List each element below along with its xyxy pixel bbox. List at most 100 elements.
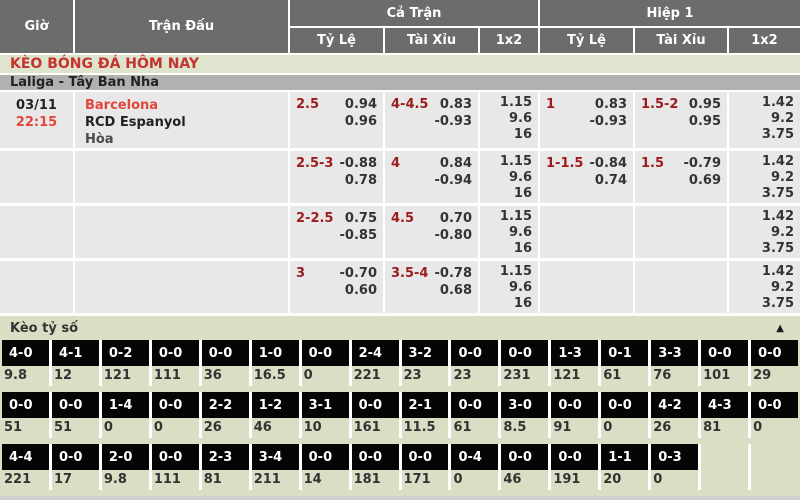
score-value: 0 [152,418,199,438]
score-cell: 0-161 [601,340,648,386]
collapse-icon[interactable]: ▲ [776,323,784,334]
match-cell[interactable]: BarcelonaRCD EspanyolHòa [75,92,288,148]
odds-line-row: 2.50.94 [296,96,377,113]
score-value: 0 [451,470,498,490]
score-box: 2-2 [202,392,249,418]
score-box: 1-4 [102,392,149,418]
score-row: 4-42210-0172-09.80-01112-3813-42110-0140… [2,444,798,490]
match-time-cell [0,206,73,258]
match-time-cell: 03/1122:15 [0,92,73,148]
league-header[interactable]: Laliga - Tây Ban Nha [0,75,800,90]
h1-1x2-cell: 1.429.23.75 [729,151,800,203]
match-cell [75,206,288,258]
odds-line-row: -0.94 [391,172,472,189]
ft-overunder-cell: 4-4.50.83-0.93 [385,92,478,148]
odds-value: 0.83 [440,96,472,113]
score-cell: 1-120 [601,444,648,490]
odds-value: 0.96 [345,113,377,130]
page-title: KÈO BÓNG ĐÁ HÔM NAY [0,55,800,73]
score-value [701,470,748,490]
score-cell: 1-246 [252,392,299,438]
score-value: 12 [52,366,99,386]
score-box: 0-0 [701,340,748,366]
odds-value: 1.42 [729,264,794,280]
score-value: 9.8 [102,470,149,490]
score-value: 231 [501,366,548,386]
score-value: 0 [751,418,798,438]
col-firsthalf: Hiệp 1 [540,0,800,26]
score-cell: 2-09.8 [102,444,149,490]
score-box: 2-0 [102,444,149,470]
score-value: 111 [152,470,199,490]
score-box: 4-0 [2,340,49,366]
h1-overunder-cell: 1.5-0.790.69 [635,151,727,203]
ft-handicap-cell: 2.5-3-0.880.78 [290,151,383,203]
odds-line-row: 2-2.50.75 [296,210,377,227]
odds-value: 0.83 [595,96,627,113]
odds-value: 9.2 [729,170,794,186]
h1-1x2-cell: 1.429.23.75 [729,206,800,258]
odds-value: 1.15 [480,264,532,280]
home-team[interactable]: Barcelona [85,97,288,114]
odds-line-row: 0.60 [296,282,377,299]
score-box: 0-0 [451,392,498,418]
handicap-line: 2-2.5 [296,210,333,227]
score-cell: 2-226 [202,392,249,438]
odds-value: 9.2 [729,280,794,296]
score-cell: 0-017 [52,444,99,490]
score-cell: 0-0161 [352,392,399,438]
score-box: 0-0 [52,392,99,418]
h1-handicap-cell [540,206,633,258]
score-box: 0-3 [651,444,698,470]
ft-handicap-cell: 2.50.940.96 [290,92,383,148]
odds-line-row: -0.93 [546,113,627,130]
odds-value: -0.84 [590,155,627,172]
score-value: 161 [352,418,399,438]
odds-value: 9.2 [729,225,794,241]
score-value: 23 [402,366,449,386]
odds-line-row: 1-1.5-0.84 [546,155,627,172]
score-box: 2-3 [202,444,249,470]
score-box: 0-0 [52,444,99,470]
odds-value: 0.69 [689,172,721,189]
match-cell [75,261,288,313]
h1-overunder-cell [635,261,727,313]
score-box: 3-4 [252,444,299,470]
odds-row: 03/1122:15BarcelonaRCD EspanyolHòa2.50.9… [0,92,800,148]
score-box [701,444,748,470]
odds-value: -0.70 [340,265,377,282]
score-box: 0-0 [352,444,399,470]
score-value: 9.8 [2,366,49,386]
odds-value: 3.75 [729,241,794,257]
score-value: 101 [701,366,748,386]
odds-value: 1.42 [729,209,794,225]
ft-1x2-cell: 1.159.616 [480,206,538,258]
score-cell: 0-0111 [152,444,199,490]
score-box: 0-0 [501,340,548,366]
handicap-line: 4 [391,155,400,172]
ft-1x2-cell: 1.159.616 [480,151,538,203]
col-h1-1x2: 1x2 [729,28,800,53]
odds-row: 2.5-3-0.880.7840.84-0.941.159.6161-1.5-0… [0,151,800,203]
score-cell: 0-0181 [352,444,399,490]
odds-line-row: 0.68 [391,282,472,299]
score-cell: 4-09.8 [2,340,49,386]
score-cell: 0-0231 [501,340,548,386]
odds-value: 9.6 [480,170,532,186]
score-cell: 4-112 [52,340,99,386]
score-cell: 3-376 [651,340,698,386]
h1-1x2-cell: 1.429.23.75 [729,92,800,148]
score-box: 0-0 [152,340,199,366]
score-cell: 0-036 [202,340,249,386]
odds-value: 16 [480,186,532,202]
away-team[interactable]: RCD Espanyol [85,114,288,131]
h1-overunder-cell [635,206,727,258]
score-box: 4-4 [2,444,49,470]
draw-label: Hòa [85,131,288,148]
ft-handicap-cell: 3-0.700.60 [290,261,383,313]
h1-overunder-cell: 1.5-20.950.95 [635,92,727,148]
score-box: 1-2 [252,392,299,418]
score-box: 0-0 [302,340,349,366]
score-cell: 0-023 [451,340,498,386]
score-box: 0-0 [601,392,648,418]
